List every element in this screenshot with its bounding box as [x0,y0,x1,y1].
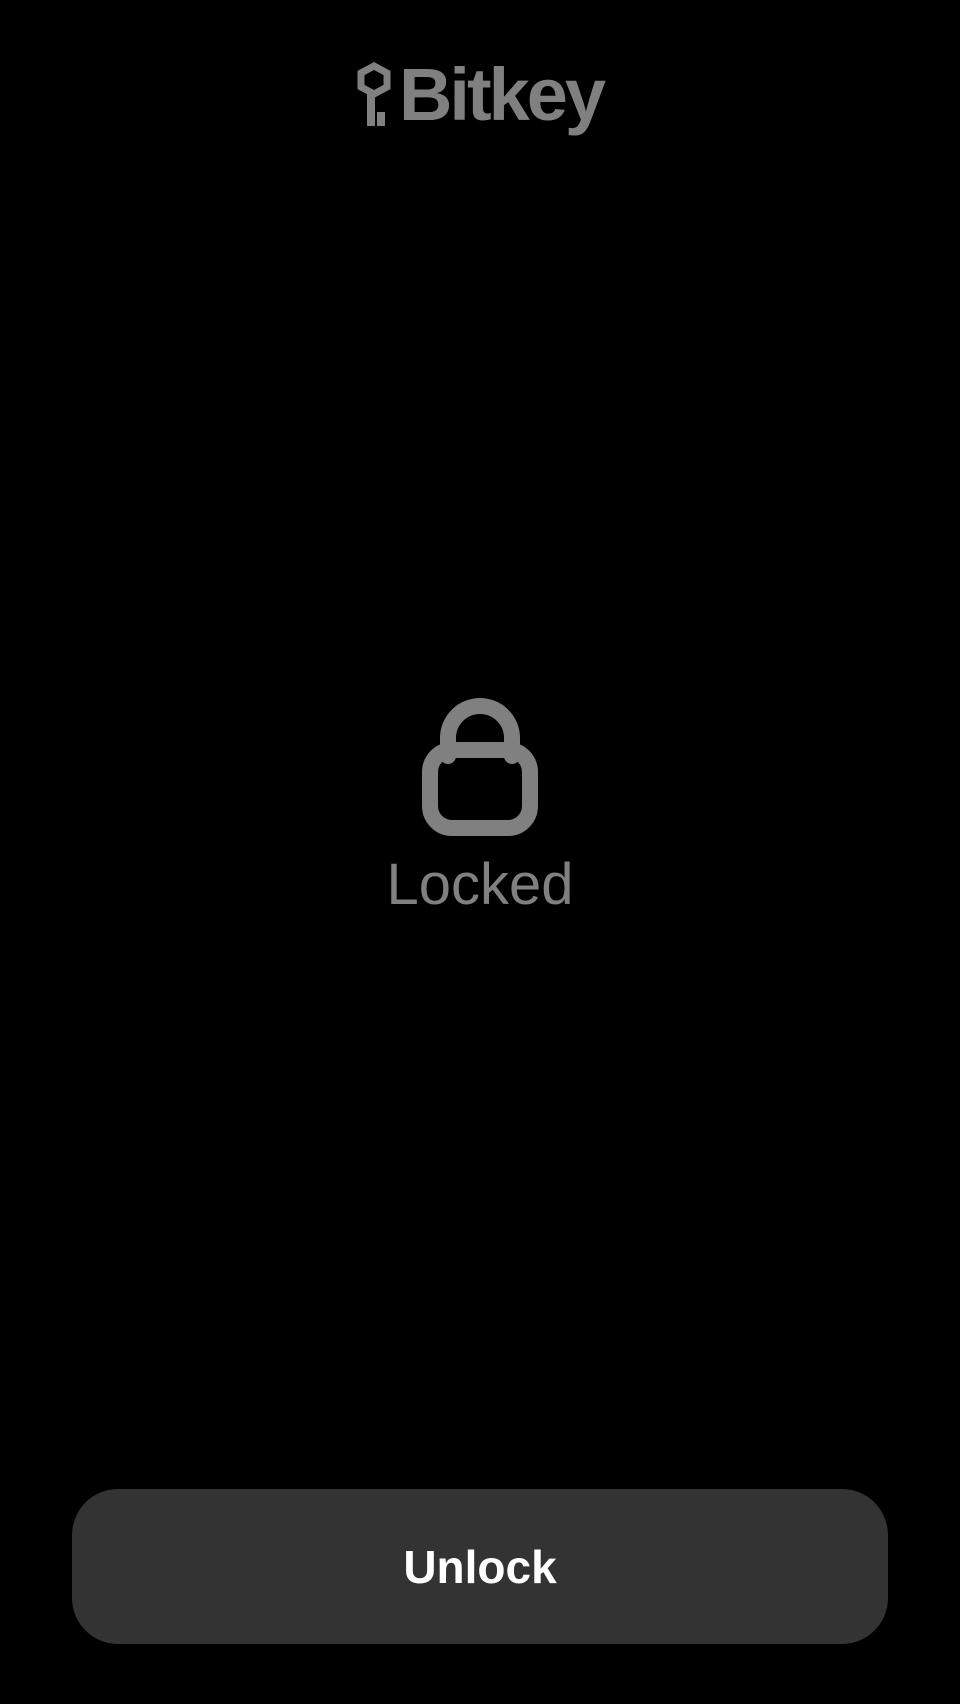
unlock-button[interactable]: Unlock [72,1489,888,1644]
locked-status-label: Locked [386,852,574,917]
bitkey-key-icon [357,62,391,128]
brand-logo: Bitkey [357,53,606,136]
brand-header: Bitkey [0,58,960,132]
lock-icon [422,696,538,836]
brand-name: Bitkey [398,53,606,136]
unlock-button-label: Unlock [403,1540,557,1593]
lock-status: Locked [0,696,960,914]
